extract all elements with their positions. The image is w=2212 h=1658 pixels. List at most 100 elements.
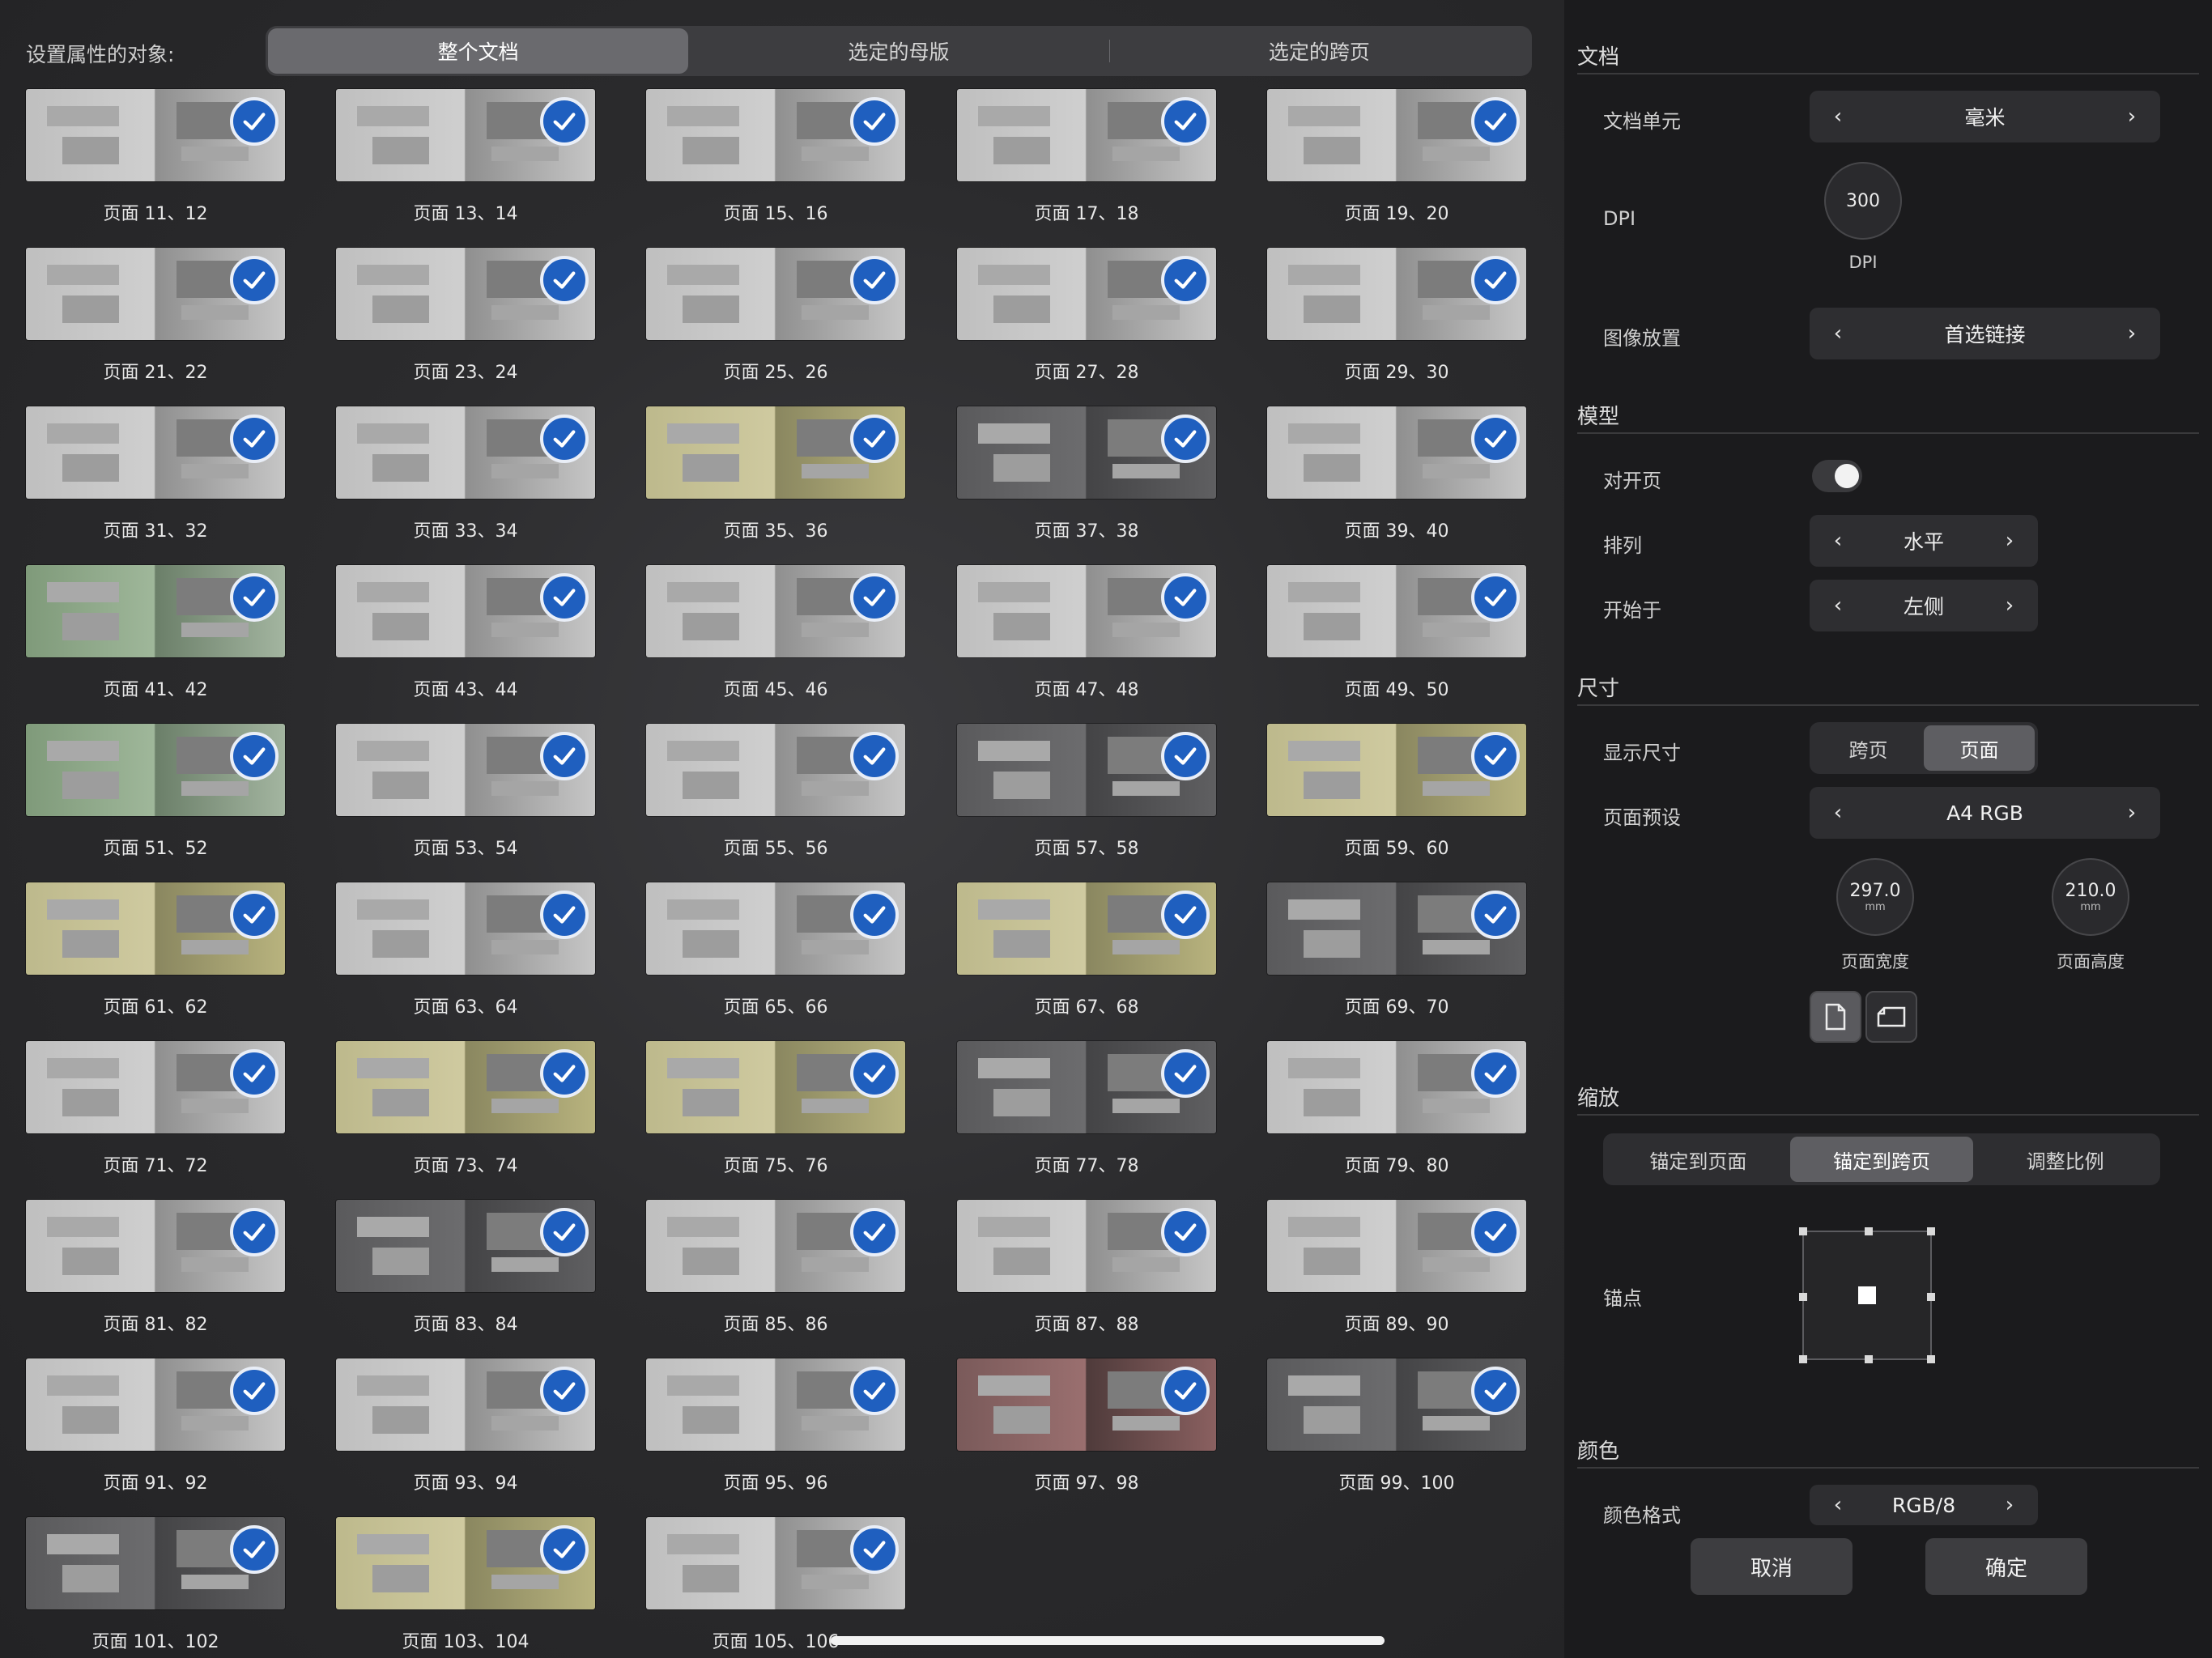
spread-thumbnail[interactable]: 页面 59、60 (1267, 724, 1526, 882)
chevron-left-icon[interactable]: ‹ (1826, 321, 1850, 346)
anchor-handle-bottom-right[interactable] (1927, 1355, 1935, 1363)
spread-thumbnail[interactable]: 页面 27、28 (957, 248, 1216, 406)
spread-preview[interactable] (957, 882, 1216, 975)
spread-preview[interactable] (336, 882, 595, 975)
checkmark-icon[interactable] (1161, 732, 1210, 780)
checkmark-icon[interactable] (1161, 414, 1210, 463)
checkmark-icon[interactable] (850, 256, 899, 304)
checkmark-icon[interactable] (1471, 1049, 1520, 1098)
checkmark-icon[interactable] (1161, 1367, 1210, 1415)
chevron-right-icon[interactable]: › (2120, 104, 2144, 129)
checkmark-icon[interactable] (1471, 256, 1520, 304)
checkmark-icon[interactable] (230, 891, 279, 939)
checkmark-icon[interactable] (1161, 891, 1210, 939)
checkmark-icon[interactable] (230, 414, 279, 463)
chevron-left-icon[interactable]: ‹ (1826, 593, 1850, 618)
spread-preview[interactable] (646, 1041, 905, 1133)
spread-preview[interactable] (1267, 406, 1526, 499)
checkmark-icon[interactable] (540, 414, 589, 463)
checkmark-icon[interactable] (850, 1525, 899, 1574)
tab-whole-document[interactable]: 整个文档 (268, 28, 689, 74)
portrait-orientation-button[interactable] (1810, 991, 1861, 1043)
spread-preview[interactable] (336, 1041, 595, 1133)
spread-thumbnail[interactable]: 页面 99、100 (1267, 1358, 1526, 1517)
spread-preview[interactable] (646, 1517, 905, 1609)
checkmark-icon[interactable] (850, 97, 899, 146)
spread-preview[interactable] (336, 1517, 595, 1609)
spread-thumbnail[interactable]: 页面 67、68 (957, 882, 1216, 1041)
anchor-center-marker[interactable] (1858, 1286, 1876, 1304)
spread-thumbnail[interactable]: 页面 87、88 (957, 1200, 1216, 1358)
spread-thumbnail[interactable]: 页面 41、42 (26, 565, 285, 724)
checkmark-icon[interactable] (230, 1049, 279, 1098)
spread-thumbnail[interactable]: 页面 39、40 (1267, 406, 1526, 565)
spread-thumbnail[interactable]: 页面 65、66 (646, 882, 905, 1041)
checkmark-icon[interactable] (1471, 573, 1520, 622)
chevron-left-icon[interactable]: ‹ (1826, 1493, 1850, 1517)
checkmark-icon[interactable] (540, 1049, 589, 1098)
spread-preview[interactable] (957, 1200, 1216, 1292)
checkmark-icon[interactable] (1161, 573, 1210, 622)
spread-preview[interactable] (646, 89, 905, 181)
checkmark-icon[interactable] (540, 97, 589, 146)
display-size-spread[interactable]: 跨页 (1813, 725, 1924, 771)
checkmark-icon[interactable] (230, 1367, 279, 1415)
spread-preview[interactable] (1267, 1200, 1526, 1292)
checkmark-icon[interactable] (540, 1525, 589, 1574)
scale-anchor-to-page[interactable]: 锚定到页面 (1606, 1137, 1790, 1182)
anchor-handle-top-left[interactable] (1799, 1227, 1807, 1235)
spread-thumbnail[interactable]: 页面 91、92 (26, 1358, 285, 1517)
checkmark-icon[interactable] (540, 573, 589, 622)
checkmark-icon[interactable] (1161, 1049, 1210, 1098)
checkmark-icon[interactable] (230, 256, 279, 304)
spread-preview[interactable] (957, 1358, 1216, 1451)
spread-preview[interactable] (336, 1358, 595, 1451)
spread-thumbnail[interactable]: 页面 55、56 (646, 724, 905, 882)
checkmark-icon[interactable] (1471, 1367, 1520, 1415)
chevron-right-icon[interactable]: › (1997, 1493, 2022, 1517)
checkmark-icon[interactable] (1161, 97, 1210, 146)
spread-thumbnail[interactable]: 页面 97、98 (957, 1358, 1216, 1517)
spread-thumbnail[interactable]: 页面 57、58 (957, 724, 1216, 882)
checkmark-icon[interactable] (1471, 97, 1520, 146)
spread-preview[interactable] (336, 565, 595, 657)
anchor-handle-left[interactable] (1799, 1293, 1807, 1301)
spread-preview[interactable] (957, 1041, 1216, 1133)
spread-thumbnail[interactable]: 页面 63、64 (336, 882, 595, 1041)
checkmark-icon[interactable] (1471, 732, 1520, 780)
spread-preview[interactable] (646, 565, 905, 657)
ok-button[interactable]: 确定 (1925, 1538, 2087, 1595)
spread-thumbnail[interactable]: 页面 33、34 (336, 406, 595, 565)
spread-preview[interactable] (26, 248, 285, 340)
chevron-right-icon[interactable]: › (1997, 529, 2022, 553)
spread-preview[interactable] (957, 89, 1216, 181)
checkmark-icon[interactable] (1161, 256, 1210, 304)
spread-preview[interactable] (336, 724, 595, 816)
spread-thumbnail[interactable]: 页面 47、48 (957, 565, 1216, 724)
spread-thumbnail[interactable]: 页面 83、84 (336, 1200, 595, 1358)
spread-thumbnail[interactable]: 页面 23、24 (336, 248, 595, 406)
chevron-left-icon[interactable]: ‹ (1826, 104, 1850, 129)
spread-preview[interactable] (26, 1041, 285, 1133)
scale-adjust-ratio[interactable]: 调整比例 (1973, 1137, 2157, 1182)
checkmark-icon[interactable] (540, 732, 589, 780)
checkmark-icon[interactable] (1471, 891, 1520, 939)
anchor-handle-bottom[interactable] (1865, 1355, 1873, 1363)
spread-thumbnail[interactable]: 页面 25、26 (646, 248, 905, 406)
checkmark-icon[interactable] (540, 1208, 589, 1256)
tab-selected-spread[interactable]: 选定的跨页 (1108, 28, 1529, 74)
spread-thumbnail[interactable]: 页面 29、30 (1267, 248, 1526, 406)
spread-preview[interactable] (26, 1200, 285, 1292)
spread-thumbnail[interactable]: 页面 89、90 (1267, 1200, 1526, 1358)
spread-thumbnail[interactable]: 页面 95、96 (646, 1358, 905, 1517)
checkmark-icon[interactable] (540, 256, 589, 304)
checkmark-icon[interactable] (1161, 1208, 1210, 1256)
spread-preview[interactable] (26, 1517, 285, 1609)
spread-thumbnail[interactable]: 页面 43、44 (336, 565, 595, 724)
checkmark-icon[interactable] (540, 1367, 589, 1415)
checkmark-icon[interactable] (850, 732, 899, 780)
spread-preview[interactable] (336, 406, 595, 499)
display-size-page[interactable]: 页面 (1924, 725, 2035, 771)
anchor-point-picker[interactable] (1799, 1227, 1935, 1363)
spread-thumbnail[interactable]: 页面 31、32 (26, 406, 285, 565)
